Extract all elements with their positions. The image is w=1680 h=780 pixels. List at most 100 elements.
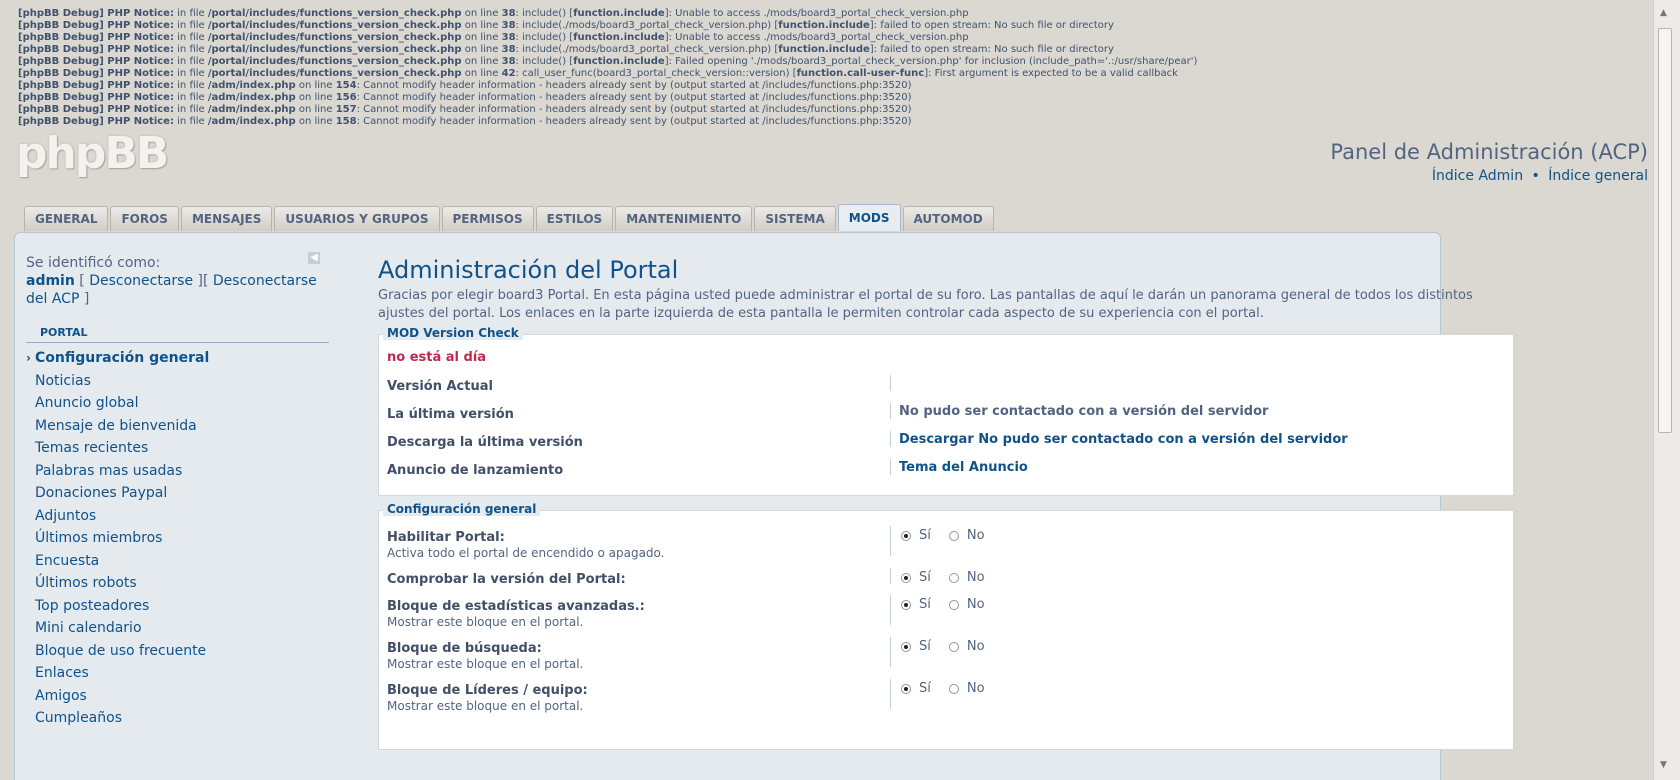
debug-function-link[interactable]: function.call-user-func — [797, 68, 925, 79]
sidebar-menu-item[interactable]: Adjuntos — [26, 505, 329, 528]
debug-file: /portal/includes/functions_version_check… — [207, 56, 462, 67]
sidebar-menu-item[interactable]: Últimos robots — [26, 572, 329, 595]
radio-no-circle-icon[interactable] — [948, 572, 959, 583]
radio-yes-circle-icon[interactable] — [901, 572, 911, 583]
debug-text: : include() [ — [515, 32, 574, 43]
tab-estilos[interactable]: ESTILOS — [535, 206, 614, 231]
radio-no[interactable]: No — [948, 570, 985, 585]
tab-automod[interactable]: AUTOMOD — [902, 206, 994, 231]
sidebar-menu-item[interactable]: Configuración general — [26, 347, 329, 370]
debug-function-link[interactable]: function.include — [573, 56, 664, 67]
radio-yes[interactable]: Sí — [901, 681, 931, 696]
intro-text: Gracias por elegir board3 Portal. En est… — [378, 288, 1473, 321]
config-row: Habilitar Portal: Activa todo el portal d… — [387, 526, 1505, 560]
debug-text: on line — [295, 80, 336, 91]
identified-label: Se identificó como: — [26, 255, 161, 271]
radio-yes[interactable]: Sí — [901, 528, 931, 543]
radio-no-circle-icon[interactable] — [948, 683, 959, 694]
tab-mensajes[interactable]: MENSAJES — [180, 206, 273, 231]
tab-usuarios-y-grupos[interactable]: USUARIOS Y GRUPOS — [274, 206, 440, 231]
tab-foros[interactable]: FOROS — [110, 206, 179, 231]
debug-file: /adm/index.php — [207, 116, 296, 127]
debug-text: in file — [173, 44, 208, 55]
radio-yes-circle-icon[interactable] — [901, 683, 911, 694]
version-row: La última versión No pudo ser contactado … — [387, 403, 1505, 431]
debug-text: in file — [173, 8, 208, 19]
sidebar-menu-item[interactable]: Mini calendario — [26, 617, 329, 640]
page-title: Administración del Portal — [378, 256, 679, 284]
radio-no[interactable]: No — [948, 681, 985, 696]
scroll-thumb[interactable] — [1658, 28, 1672, 433]
tab-mods[interactable]: MODS — [837, 204, 901, 231]
radio-no-circle-icon[interactable] — [948, 599, 959, 610]
debug-file: /portal/includes/functions_version_check… — [207, 20, 462, 31]
sidebar-menu-item[interactable]: Bloque de uso frecuente — [26, 640, 329, 663]
radio-yes[interactable]: Sí — [901, 597, 931, 612]
radio-yes[interactable]: Sí — [901, 639, 931, 654]
sidebar-menu-item[interactable]: Mensaje de bienvenida — [26, 415, 329, 438]
sidebar: Se identificó como: admin [ Desconectars… — [26, 254, 329, 730]
config-row-description: Mostrar este bloque en el portal. — [387, 615, 584, 629]
sidebar-menu-item[interactable]: Noticias — [26, 370, 329, 393]
sidebar-menu-item[interactable]: Últimos miembros — [26, 527, 329, 550]
admin-index-link[interactable]: Índice Admin — [1432, 168, 1523, 184]
radio-yes-circle-icon[interactable] — [901, 599, 911, 610]
sidebar-menu-item[interactable]: Top posteadores — [26, 595, 329, 618]
debug-text: on line — [461, 20, 502, 31]
sidebar-menu-item[interactable]: Amigos — [26, 685, 329, 708]
tab-permisos[interactable]: PERMISOS — [441, 206, 534, 231]
version-row-value-cell — [890, 375, 899, 391]
debug-prefix: [phpBB Debug] PHP Notice: — [18, 56, 174, 67]
radio-yes-circle-icon[interactable] — [901, 530, 911, 541]
main-content: Administración del Portal Gracias por el… — [378, 256, 1514, 750]
scroll-up-icon[interactable]: ▲ — [1660, 8, 1667, 18]
debug-text: : include(./mods/board3_portal_check_ver… — [515, 44, 779, 55]
config-row-label: Bloque de estadísticas avanzadas.: — [387, 599, 645, 614]
tab-mantenimiento[interactable]: MANTENIMIENTO — [615, 206, 753, 231]
debug-function-link[interactable]: function.include — [778, 44, 869, 55]
radio-yes-circle-icon[interactable] — [901, 641, 911, 652]
config-row-label: Comprobar la versión del Portal: — [387, 572, 626, 587]
radio-no[interactable]: No — [948, 597, 985, 612]
tab-sistema[interactable]: SISTEMA — [754, 206, 836, 231]
debug-file: /portal/includes/functions_version_check… — [207, 32, 462, 43]
version-row-link[interactable]: Descargar No pudo ser contactado con a v… — [899, 432, 1348, 447]
top-links: Índice Admin • Índice general — [1432, 168, 1648, 184]
config-row-label: Bloque de Líderes / equipo: — [387, 683, 588, 698]
phpbb-logo[interactable]: phpBB — [16, 128, 169, 179]
version-row-label-cell: Anuncio de lanzamiento — [387, 459, 890, 478]
debug-text: in file — [173, 92, 208, 103]
sidebar-menu-item[interactable]: Anuncio global — [26, 392, 329, 415]
page-scrollbar[interactable]: ▲ ▼ — [1653, 0, 1680, 780]
sidebar-section-portal: PORTAL — [26, 326, 329, 343]
sidebar-menu-item[interactable]: Cumpleaños — [26, 707, 329, 730]
logout-link[interactable]: Desconectarse — [89, 273, 193, 289]
radio-yes[interactable]: Sí — [901, 570, 931, 585]
tab-general[interactable]: GENERAL — [24, 206, 109, 231]
general-index-link[interactable]: Índice general — [1548, 168, 1648, 184]
radio-no-label: No — [966, 681, 985, 696]
sidebar-menu-item[interactable]: Temas recientes — [26, 437, 329, 460]
radio-no-circle-icon[interactable] — [948, 530, 959, 541]
debug-text: : Cannot modify header information - hea… — [356, 104, 912, 115]
sidebar-menu-item[interactable]: Enlaces — [26, 662, 329, 685]
debug-text: ]: failed to open stream: No such file o… — [869, 20, 1114, 31]
debug-prefix: [phpBB Debug] PHP Notice: — [18, 20, 174, 31]
config-row: Comprobar la versión del Portal: Sí No — [387, 568, 1505, 587]
radio-no[interactable]: No — [948, 639, 985, 654]
debug-function-link[interactable]: function.include — [778, 20, 869, 31]
sidebar-menu-item[interactable]: Encuesta — [26, 550, 329, 573]
acp-title: Panel de Administración (ACP) — [1330, 140, 1648, 164]
radio-no-label: No — [966, 597, 985, 612]
scroll-down-icon[interactable]: ▼ — [1660, 760, 1667, 770]
radio-no-label: No — [966, 570, 985, 585]
version-row-link[interactable]: Tema del Anuncio — [899, 460, 1028, 475]
sidebar-menu-item[interactable]: Palabras mas usadas — [26, 460, 329, 483]
sidebar-menu-item[interactable]: Donaciones Paypal — [26, 482, 329, 505]
radio-no[interactable]: No — [948, 528, 985, 543]
debug-text: ]: failed to open stream: No such file o… — [869, 44, 1114, 55]
debug-function-link[interactable]: function.include — [573, 32, 664, 43]
debug-text: : Cannot modify header information - hea… — [356, 92, 912, 103]
radio-no-circle-icon[interactable] — [948, 641, 959, 652]
debug-function-link[interactable]: function.include — [573, 8, 664, 19]
